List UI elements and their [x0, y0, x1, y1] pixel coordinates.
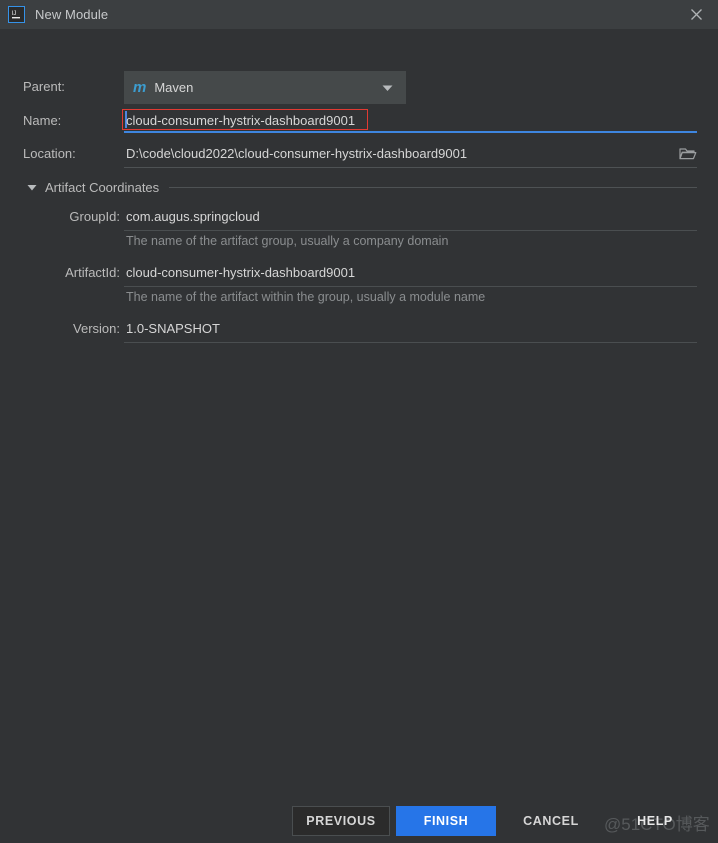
triangle-down-icon	[27, 178, 37, 196]
folder-icon[interactable]	[679, 146, 697, 162]
location-label: Location:	[23, 146, 76, 161]
name-label: Name:	[23, 113, 62, 128]
maven-icon: m	[133, 79, 146, 96]
artifactid-hint: The name of the artifact within the grou…	[126, 290, 486, 304]
groupid-label: GroupId:	[69, 209, 120, 224]
version-field-underline	[124, 342, 697, 343]
title-bar: IJ New Module	[0, 0, 718, 29]
parent-value: Maven	[154, 80, 194, 95]
previous-button[interactable]: PREVIOUS	[292, 806, 390, 836]
parent-label: Parent:	[23, 79, 65, 94]
new-module-dialog: IJ New Module Parent: m Maven Name: clou…	[0, 0, 718, 843]
svg-text:IJ: IJ	[12, 10, 17, 17]
groupid-field-underline	[124, 230, 697, 231]
help-button[interactable]: HELP	[620, 806, 690, 836]
chevron-down-icon	[382, 79, 393, 97]
artifactid-field-underline	[124, 286, 697, 287]
close-icon[interactable]	[674, 0, 718, 29]
cancel-button[interactable]: CANCEL	[505, 806, 597, 836]
section-divider	[169, 186, 697, 188]
artifactid-input[interactable]: cloud-consumer-hystrix-dashboard9001	[126, 265, 355, 280]
name-input[interactable]: cloud-consumer-hystrix-dashboard9001	[126, 113, 355, 128]
intellij-idea-icon: IJ	[8, 6, 25, 23]
location-field-underline	[124, 167, 697, 168]
groupid-input[interactable]: com.augus.springcloud	[126, 209, 260, 224]
dialog-body: Parent: m Maven Name: cloud-consumer-hys…	[0, 29, 718, 789]
location-input[interactable]: D:\code\cloud2022\cloud-consumer-hystrix…	[126, 146, 467, 161]
window-title: New Module	[35, 7, 109, 22]
artifact-coordinates-title: Artifact Coordinates	[45, 179, 160, 195]
artifactid-label: ArtifactId:	[65, 265, 120, 280]
version-input[interactable]: 1.0-SNAPSHOT	[126, 321, 220, 336]
parent-dropdown[interactable]: m Maven	[124, 71, 406, 104]
groupid-hint: The name of the artifact group, usually …	[126, 234, 449, 248]
artifact-coordinates-section-header[interactable]: Artifact Coordinates	[27, 178, 697, 196]
name-field-focus-underline	[124, 131, 697, 133]
version-label: Version:	[73, 321, 120, 336]
finish-button[interactable]: FINISH	[396, 806, 496, 836]
